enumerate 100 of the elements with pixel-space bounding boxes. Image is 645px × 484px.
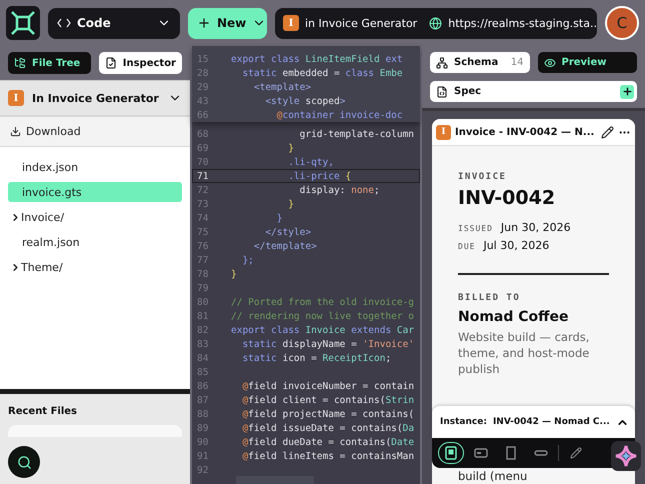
code-line: } <box>231 268 237 280</box>
spec-button[interactable]: Spec <box>430 81 637 102</box>
code-line: </template> <box>252 240 317 252</box>
file-icon <box>104 57 117 69</box>
instance-selector[interactable]: Instance: INV-0042 — Nomad C... <box>432 406 635 438</box>
realm-header[interactable]: I In Invoice Generator <box>0 80 190 117</box>
line-number: 77 <box>196 254 210 266</box>
mode-dropdown[interactable]: Code <box>48 8 180 38</box>
document-label: INVOICE <box>458 172 508 182</box>
line-number: 79 <box>196 282 210 294</box>
line-number: 72 <box>196 184 210 196</box>
search-button[interactable] <box>8 446 40 478</box>
invoice-number: INV-0042 <box>458 187 556 209</box>
line-number: 91 <box>196 450 210 462</box>
atom-format-icon <box>534 450 548 456</box>
code-line: .li-qty, <box>287 156 334 168</box>
globe-icon <box>429 16 442 30</box>
fitted-format-icon <box>506 446 516 460</box>
section-title: Recent Files <box>8 406 78 417</box>
file-item[interactable]: invoice.gts <box>8 182 182 202</box>
code-icon <box>57 18 71 28</box>
search-icon <box>16 454 32 470</box>
file-item[interactable]: index.json <box>8 157 182 177</box>
code-editor[interactable] <box>192 46 420 484</box>
panel-tab[interactable]: Schema 14 <box>430 52 530 73</box>
project-description: Website build — cards, theme, and host-mode publish <box>458 329 590 377</box>
date-label: DUE <box>458 242 476 251</box>
new-button[interactable]: New <box>188 8 267 38</box>
code-line: } <box>287 198 294 210</box>
line-number: 80 <box>196 296 210 308</box>
code-line: // rendering now live together o <box>231 310 414 322</box>
line-number: 69 <box>196 142 210 154</box>
line-number: 81 <box>196 310 210 322</box>
line-number: 75 <box>196 226 210 238</box>
realm-name: in Invoice Generator <box>305 16 418 30</box>
line-number: 73 <box>196 198 210 210</box>
line-number: 29 <box>196 82 210 92</box>
code-line: export class LineItemField ext <box>231 54 403 64</box>
code-line: @field invoiceNumber = contain <box>241 380 414 392</box>
line-number: 71 <box>196 170 210 182</box>
realm-badge: I <box>283 15 299 31</box>
code-line: export class Invoice extends Car <box>231 324 414 336</box>
date-value: Jun 30, 2026 <box>500 221 571 234</box>
folder-item[interactable]: Theme/ <box>8 257 182 277</box>
code-line: .li-price { <box>287 170 352 182</box>
line-number: 90 <box>196 436 210 448</box>
line-number: 68 <box>196 128 210 140</box>
edit-button[interactable] <box>601 126 614 138</box>
eye-icon <box>544 56 556 68</box>
code-line: } <box>287 142 294 154</box>
folder-item[interactable]: Invoice/ <box>8 207 182 227</box>
line-number: 84 <box>196 352 210 364</box>
line-number: 70 <box>196 156 210 168</box>
format-button[interactable] <box>438 442 464 464</box>
section-label: BILLED TO <box>458 293 522 303</box>
code-line: static displayName = 'Invoice' <box>241 338 414 350</box>
line-number: 78 <box>196 268 210 280</box>
file-icon <box>436 86 448 98</box>
code-line: display: none; <box>298 184 380 196</box>
download-button[interactable]: Download <box>0 117 190 147</box>
line-number: 87 <box>196 394 210 406</box>
code-line: }; <box>241 254 254 266</box>
line-number: 85 <box>196 366 210 378</box>
code-line: // Ported from the old invoice-g <box>231 296 414 308</box>
line-number: 86 <box>196 380 210 392</box>
code-line: @container invoice-doc <box>276 110 403 120</box>
date-label: ISSUED <box>458 224 493 233</box>
realm-badge: I <box>8 90 24 106</box>
file-item[interactable]: realm.json <box>8 232 182 252</box>
plus-icon <box>197 16 211 30</box>
panel-tab[interactable]: File Tree <box>8 52 91 74</box>
line-number: 82 <box>196 324 210 336</box>
panel-tab[interactable]: Inspector <box>98 52 182 74</box>
code-line: <template> <box>252 82 312 92</box>
realm-name: In Invoice Generator <box>32 92 160 104</box>
assistant-button[interactable] <box>611 441 641 471</box>
address-bar[interactable]: I in Invoice Generator https://realms-staging.sta... <box>275 8 597 38</box>
embedded-format-icon <box>474 448 488 458</box>
code-line: @field dueDate = contains(Date <box>241 436 414 448</box>
line-number: 76 <box>196 240 210 252</box>
app-logo[interactable] <box>6 6 40 40</box>
code-line: @field issueDate = contains(Da <box>241 422 414 434</box>
code-line: <style scoped> <box>264 96 346 106</box>
date-value: Jul 30, 2026 <box>483 239 550 252</box>
user-avatar[interactable]: C <box>605 6 639 40</box>
line-item-text: build (menu <box>458 469 528 483</box>
card-title: Invoice - INV-0042 — N... <box>455 126 596 138</box>
code-line: grid-template-column <box>298 128 414 140</box>
add-icon <box>620 84 634 98</box>
line-number: 43 <box>196 96 210 106</box>
code-line: } <box>276 212 282 224</box>
line-number: 74 <box>196 212 210 224</box>
edit-format-icon <box>570 447 582 459</box>
code-line: </style> <box>264 226 312 238</box>
code-line: @field client = contains(Strin <box>241 394 414 406</box>
sparkle-icon <box>615 445 637 467</box>
code-line: @field projectName = contains( <box>241 408 414 420</box>
pencil-icon <box>601 126 614 138</box>
line-number: 28 <box>196 68 210 78</box>
panel-tab[interactable]: Preview <box>538 52 637 73</box>
